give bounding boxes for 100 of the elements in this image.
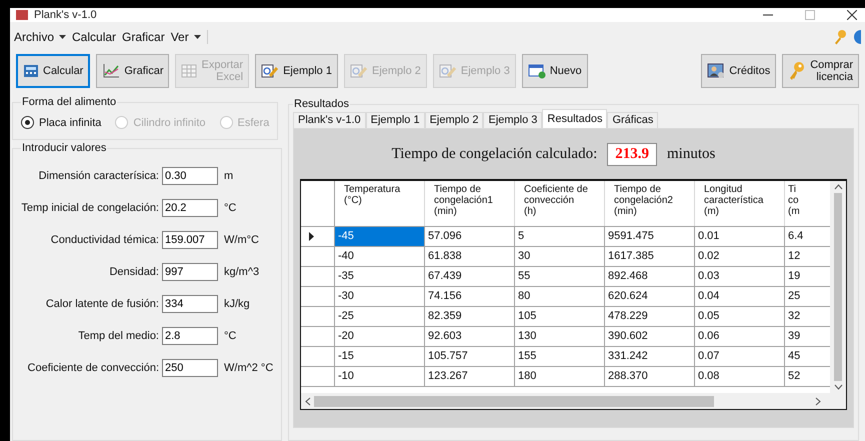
key-icon xyxy=(788,61,806,81)
column-header[interactable]: Longitud característica (m) xyxy=(695,181,785,226)
unit-label: °C xyxy=(224,202,236,214)
table-cell: 331.242 xyxy=(605,347,695,366)
scroll-right-icon[interactable] xyxy=(815,396,821,406)
table-cell: 0.01 xyxy=(695,227,785,246)
table-cell: 61.838 xyxy=(425,247,515,266)
table-cell: 620.624 xyxy=(605,287,695,306)
table-cell: 1617.385 xyxy=(605,247,695,266)
group-title: Resultados xyxy=(293,98,350,110)
unit-label: °C xyxy=(224,330,236,342)
toolbar-button[interactable]: Comprar licencia xyxy=(782,54,859,88)
menu-item[interactable]: Graficar xyxy=(122,30,165,44)
table-cell: 288.370 xyxy=(605,367,695,386)
table-cell: -10 xyxy=(335,367,425,386)
close-icon[interactable] xyxy=(847,10,857,20)
table-cell: 155 xyxy=(515,347,605,366)
toolbar-button[interactable]: Créditos xyxy=(701,54,776,88)
scroll-up-icon[interactable] xyxy=(834,184,842,190)
unit-label: kJ/kg xyxy=(224,298,250,310)
table-cell: 55 xyxy=(515,267,605,286)
unit-label: W/m^2 °C xyxy=(224,362,274,374)
column-header[interactable]: Temperatura (°C) xyxy=(335,181,425,226)
toolbar-button[interactable]: Graficar xyxy=(96,54,170,88)
table-cell: 105 xyxy=(515,307,605,326)
table-cell: 30 xyxy=(515,247,605,266)
result-value: 213.9 xyxy=(607,142,658,166)
column-header[interactable]: Ti co (m xyxy=(785,181,807,226)
new-window-icon xyxy=(528,63,546,79)
unit-label: W/m°C xyxy=(224,234,259,246)
document-pencil-icon xyxy=(350,63,368,79)
current-row-icon xyxy=(309,232,314,241)
table-cell: 0.05 xyxy=(695,307,785,326)
table-cell: 5 xyxy=(515,227,605,246)
spreadsheet-icon xyxy=(181,63,198,79)
table-cell-text: 12 xyxy=(787,249,802,264)
column-header[interactable]: Tiempo de congelación2 (min) xyxy=(605,181,695,226)
radio-option[interactable]: Placa infinita xyxy=(21,116,102,129)
group-title: Introducir valores xyxy=(21,142,108,154)
table-cell: 180 xyxy=(515,367,605,386)
table-cell: 0.02 xyxy=(695,247,785,266)
input-field[interactable]: 997 xyxy=(162,263,218,281)
table-cell: 478.229 xyxy=(605,307,695,326)
input-field[interactable]: 159.007 xyxy=(162,231,218,249)
table-cell: 92.603 xyxy=(425,327,515,346)
menu-item[interactable]: Calcular xyxy=(72,30,116,44)
tab[interactable]: Resultados xyxy=(542,109,608,128)
key-icon[interactable] xyxy=(833,29,847,45)
table-cell: 57.096 xyxy=(425,227,515,246)
table-cell-text: 39 xyxy=(787,329,802,344)
help-icon[interactable] xyxy=(853,29,861,45)
toolbar-button[interactable]: Calcular xyxy=(16,54,90,88)
table-cell: -45 xyxy=(335,227,425,246)
table-cell-text: 19 xyxy=(787,269,802,284)
document-pencil-icon xyxy=(261,63,280,79)
table-cell: 80 xyxy=(515,287,605,306)
table-cell: 0.03 xyxy=(695,267,785,286)
field-label: Coeficiente de convección: xyxy=(26,362,160,374)
person-card-icon xyxy=(707,63,726,79)
column-header[interactable]: Tiempo de congelación1 (min) xyxy=(425,181,515,226)
field-label: Conductividad témica: xyxy=(50,234,160,246)
dropdown-icon xyxy=(59,35,66,39)
tab[interactable]: Ejemplo 1 xyxy=(366,112,425,128)
table-cell: 123.267 xyxy=(425,367,515,386)
result-label: Tiempo de congelación calculado: xyxy=(392,146,598,162)
input-field[interactable]: 334 xyxy=(162,295,218,313)
menu-item[interactable]: Ver xyxy=(170,30,201,44)
unit-label: kg/m^3 xyxy=(224,266,260,278)
tab[interactable]: Ejemplo 2 xyxy=(424,112,484,128)
input-field[interactable]: 20.2 xyxy=(162,199,218,217)
app-icon xyxy=(16,10,28,20)
window-title: Plank's v-1.0 xyxy=(34,9,97,21)
dropdown-icon xyxy=(194,35,201,39)
column-header[interactable]: Coeficiente de convección (h) xyxy=(515,181,605,226)
input-field[interactable]: 0.30 xyxy=(162,167,218,185)
table-cell: -25 xyxy=(335,307,425,326)
table-cell: 390.602 xyxy=(605,327,695,346)
scroll-down-icon[interactable] xyxy=(834,384,842,390)
table-cell: 9591.475 xyxy=(605,227,695,246)
input-field[interactable]: 250 xyxy=(162,359,218,377)
table-cell: 74.156 xyxy=(425,287,515,306)
tab[interactable]: Plank's v-1.0 xyxy=(293,112,366,128)
table-cell: 0.04 xyxy=(695,287,785,306)
table-cell: -40 xyxy=(335,247,425,266)
tab[interactable]: Gráficas xyxy=(607,112,658,128)
menu-item[interactable]: Archivo xyxy=(14,30,66,44)
table-cell: 82.359 xyxy=(425,307,515,326)
maximize-icon[interactable] xyxy=(805,10,815,20)
toolbar-button[interactable]: Nuevo xyxy=(522,54,588,88)
field-label: Densidad: xyxy=(108,266,160,278)
table-cell: -30 xyxy=(335,287,425,306)
table-cell: 892.468 xyxy=(605,267,695,286)
field-label: Temp inicial de congelación: xyxy=(21,202,160,214)
line-chart-icon xyxy=(102,63,120,79)
table-cell-text: 6.4 xyxy=(787,229,804,244)
scroll-left-icon[interactable] xyxy=(305,396,311,406)
input-field[interactable]: 2.8 xyxy=(162,327,218,345)
tab[interactable]: Ejemplo 3 xyxy=(483,112,542,128)
table-cell-text: 52 xyxy=(787,369,802,384)
toolbar-button[interactable]: Ejemplo 1 xyxy=(255,54,338,88)
